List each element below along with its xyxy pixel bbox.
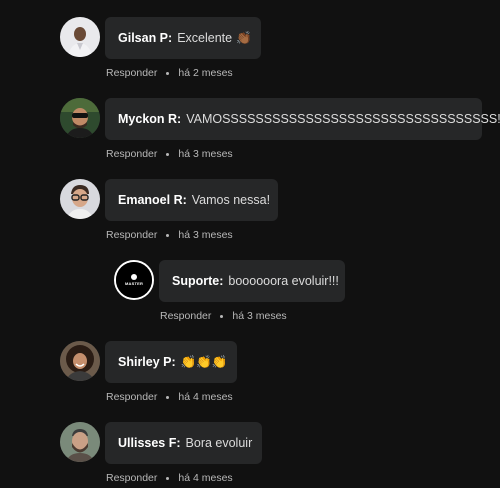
comment-timestamp: há 4 meses [178,472,233,484]
person-photo-icon [60,422,100,462]
person-photo-icon [60,179,100,219]
avatar[interactable]: MASTER [114,260,154,300]
reply-button[interactable]: Responder [106,67,157,79]
comment-timestamp: há 3 meses [178,148,233,160]
comment-bubble: Ullisses F: Bora evoluir [105,422,262,464]
comment-timestamp: há 2 meses [178,67,233,79]
avatar[interactable] [60,98,100,138]
comments-thread: Gilsan P: Excelente 👏🏾 Responder há 2 me… [0,0,500,488]
comment-meta: Responder há 4 meses [106,472,233,484]
reply-button[interactable]: Responder [160,310,211,322]
comment-meta: Responder há 3 meses [106,229,233,241]
comment-text: Bora evoluir [185,436,253,450]
comment-meta: Responder há 2 meses [106,67,233,79]
comment-timestamp: há 3 meses [178,229,233,241]
comment-bubble: Suporte: boooooora evoluir!!! [159,260,345,302]
person-photo-icon [60,341,100,381]
separator-dot [166,152,170,156]
comment-meta: Responder há 4 meses [106,391,233,403]
comment-meta: Responder há 3 meses [106,148,233,160]
reply-button[interactable]: Responder [106,472,157,484]
clap-emoji-icon: 👏🏾 [236,30,252,45]
brand-logo-text: MASTER [124,281,144,286]
separator-dot [166,395,170,399]
avatar[interactable] [60,422,100,462]
comment-text: Vamos nessa! [191,193,271,207]
comment-text: boooooora evoluir!!! [228,274,339,288]
comment-bubble: Shirley P: 👏👏👏 [105,341,237,383]
comment-meta: Responder há 3 meses [160,310,287,322]
comment-author[interactable]: Shirley P: [118,355,176,369]
comment-bubble: Gilsan P: Excelente 👏🏾 [105,17,261,59]
person-photo-icon [60,17,100,57]
reply-button[interactable]: Responder [106,391,157,403]
comment-author[interactable]: Emanoel R: [118,193,187,207]
avatar[interactable] [60,17,100,57]
comment-author[interactable]: Suporte: [172,274,223,288]
comment-text: Excelente [177,31,233,45]
comment-author[interactable]: Myckon R: [118,112,181,126]
reply-button[interactable]: Responder [106,148,157,160]
separator-dot [220,314,224,318]
separator-dot [166,233,170,237]
person-photo-icon [60,98,100,138]
separator-dot [166,71,170,75]
comment-timestamp: há 3 meses [232,310,287,322]
avatar[interactable] [60,341,100,381]
comment-author[interactable]: Ullisses F: [118,436,181,450]
comment-author[interactable]: Gilsan P: [118,31,172,45]
avatar[interactable] [60,179,100,219]
comment-timestamp: há 4 meses [178,391,233,403]
comment-text: VAMOSSSSSSSSSSSSSSSSSSSSSSSSSSSSSSSSS!!! [186,112,500,126]
separator-dot [166,476,170,480]
comment-bubble: Myckon R: VAMOSSSSSSSSSSSSSSSSSSSSSSSSSS… [105,98,500,140]
comment-bubble: Emanoel R: Vamos nessa! [105,179,278,221]
reply-button[interactable]: Responder [106,229,157,241]
clap-emoji-icon: 👏👏👏 [180,354,228,369]
